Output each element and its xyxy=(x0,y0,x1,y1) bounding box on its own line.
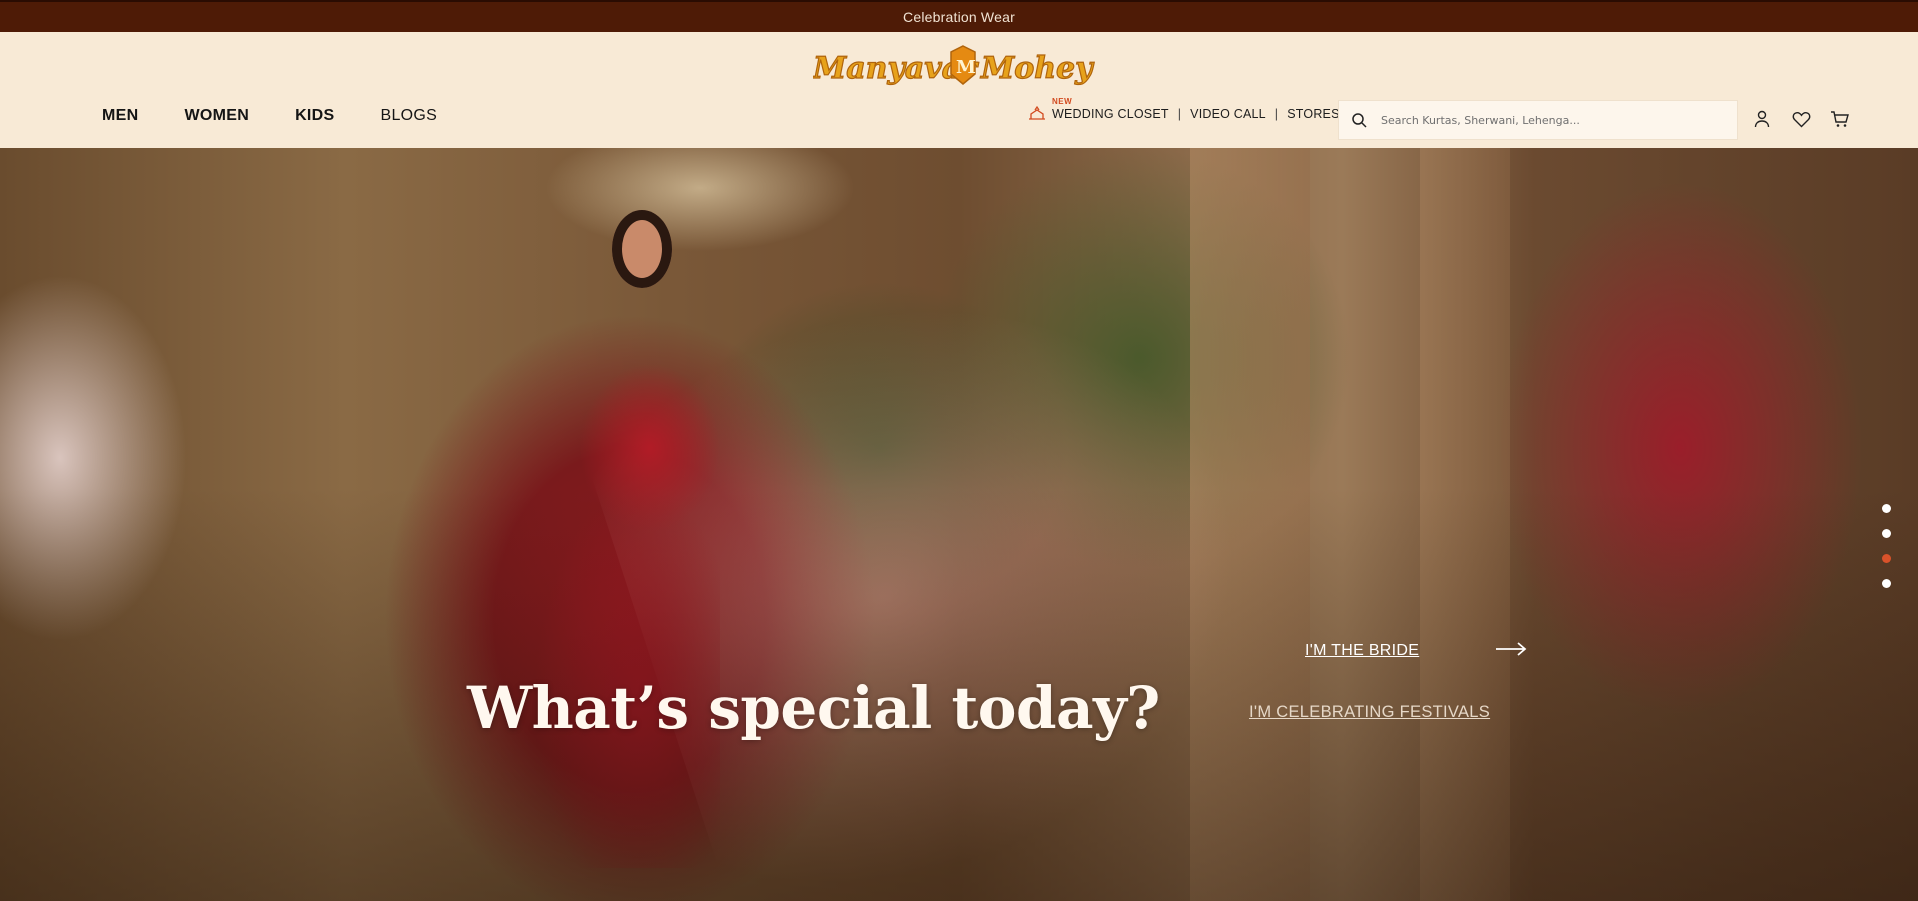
wedding-closet-link[interactable]: NEW WEDDING CLOSET xyxy=(1027,97,1169,121)
slide-dot-3[interactable] xyxy=(1882,554,1891,563)
hero-banner: What’s special today? I'M THE BRIDE I'M … xyxy=(0,148,1918,901)
wedding-closet-icon xyxy=(1029,105,1045,120)
search-bar xyxy=(1338,100,1738,140)
slide-indicators xyxy=(1882,504,1891,588)
arrow-right-icon[interactable] xyxy=(1495,641,1527,657)
bride-option-link[interactable]: I'M THE BRIDE xyxy=(1305,642,1419,660)
nav-kids[interactable]: KIDS xyxy=(295,107,334,125)
wedding-closet-label: WEDDING CLOSET xyxy=(1052,107,1169,121)
header-icons xyxy=(1752,109,1850,129)
nav-women[interactable]: WOMEN xyxy=(184,107,249,125)
heart-icon[interactable] xyxy=(1791,109,1811,129)
nav-men[interactable]: MEN xyxy=(102,107,138,125)
slide-dot-2[interactable] xyxy=(1882,529,1891,538)
announcement-text: Celebration Wear xyxy=(903,9,1015,25)
separator: | xyxy=(1177,107,1182,121)
slide-dot-1[interactable] xyxy=(1882,504,1891,513)
festivals-option-link[interactable]: I'M CELEBRATING FESTIVALS xyxy=(1249,703,1490,722)
svg-text:Mohey: Mohey xyxy=(980,51,1095,86)
quick-links: NEW WEDDING CLOSET | VIDEO CALL | STORES xyxy=(1027,97,1340,121)
brand-logo[interactable]: Manyavar M Mohey xyxy=(813,40,1109,94)
announcement-bar: Celebration Wear xyxy=(0,0,1918,32)
cart-icon[interactable] xyxy=(1830,109,1850,129)
separator: | xyxy=(1274,107,1279,121)
search-icon[interactable] xyxy=(1351,112,1367,128)
nav-blogs[interactable]: BLOGS xyxy=(381,107,438,125)
hero-shade xyxy=(0,148,1918,901)
site-header: Manyavar M Mohey MEN WOMEN KIDS BLOGS NE… xyxy=(0,32,1918,148)
hero-headline: What’s special today? xyxy=(467,674,1160,742)
user-icon[interactable] xyxy=(1752,109,1772,129)
new-badge: NEW xyxy=(1052,97,1073,106)
svg-text:M: M xyxy=(956,57,976,78)
video-call-link[interactable]: VIDEO CALL xyxy=(1190,107,1266,121)
stores-link[interactable]: STORES xyxy=(1287,107,1339,121)
main-nav: MEN WOMEN KIDS BLOGS xyxy=(102,107,483,125)
search-input[interactable] xyxy=(1381,113,1711,127)
slide-dot-4[interactable] xyxy=(1882,579,1891,588)
